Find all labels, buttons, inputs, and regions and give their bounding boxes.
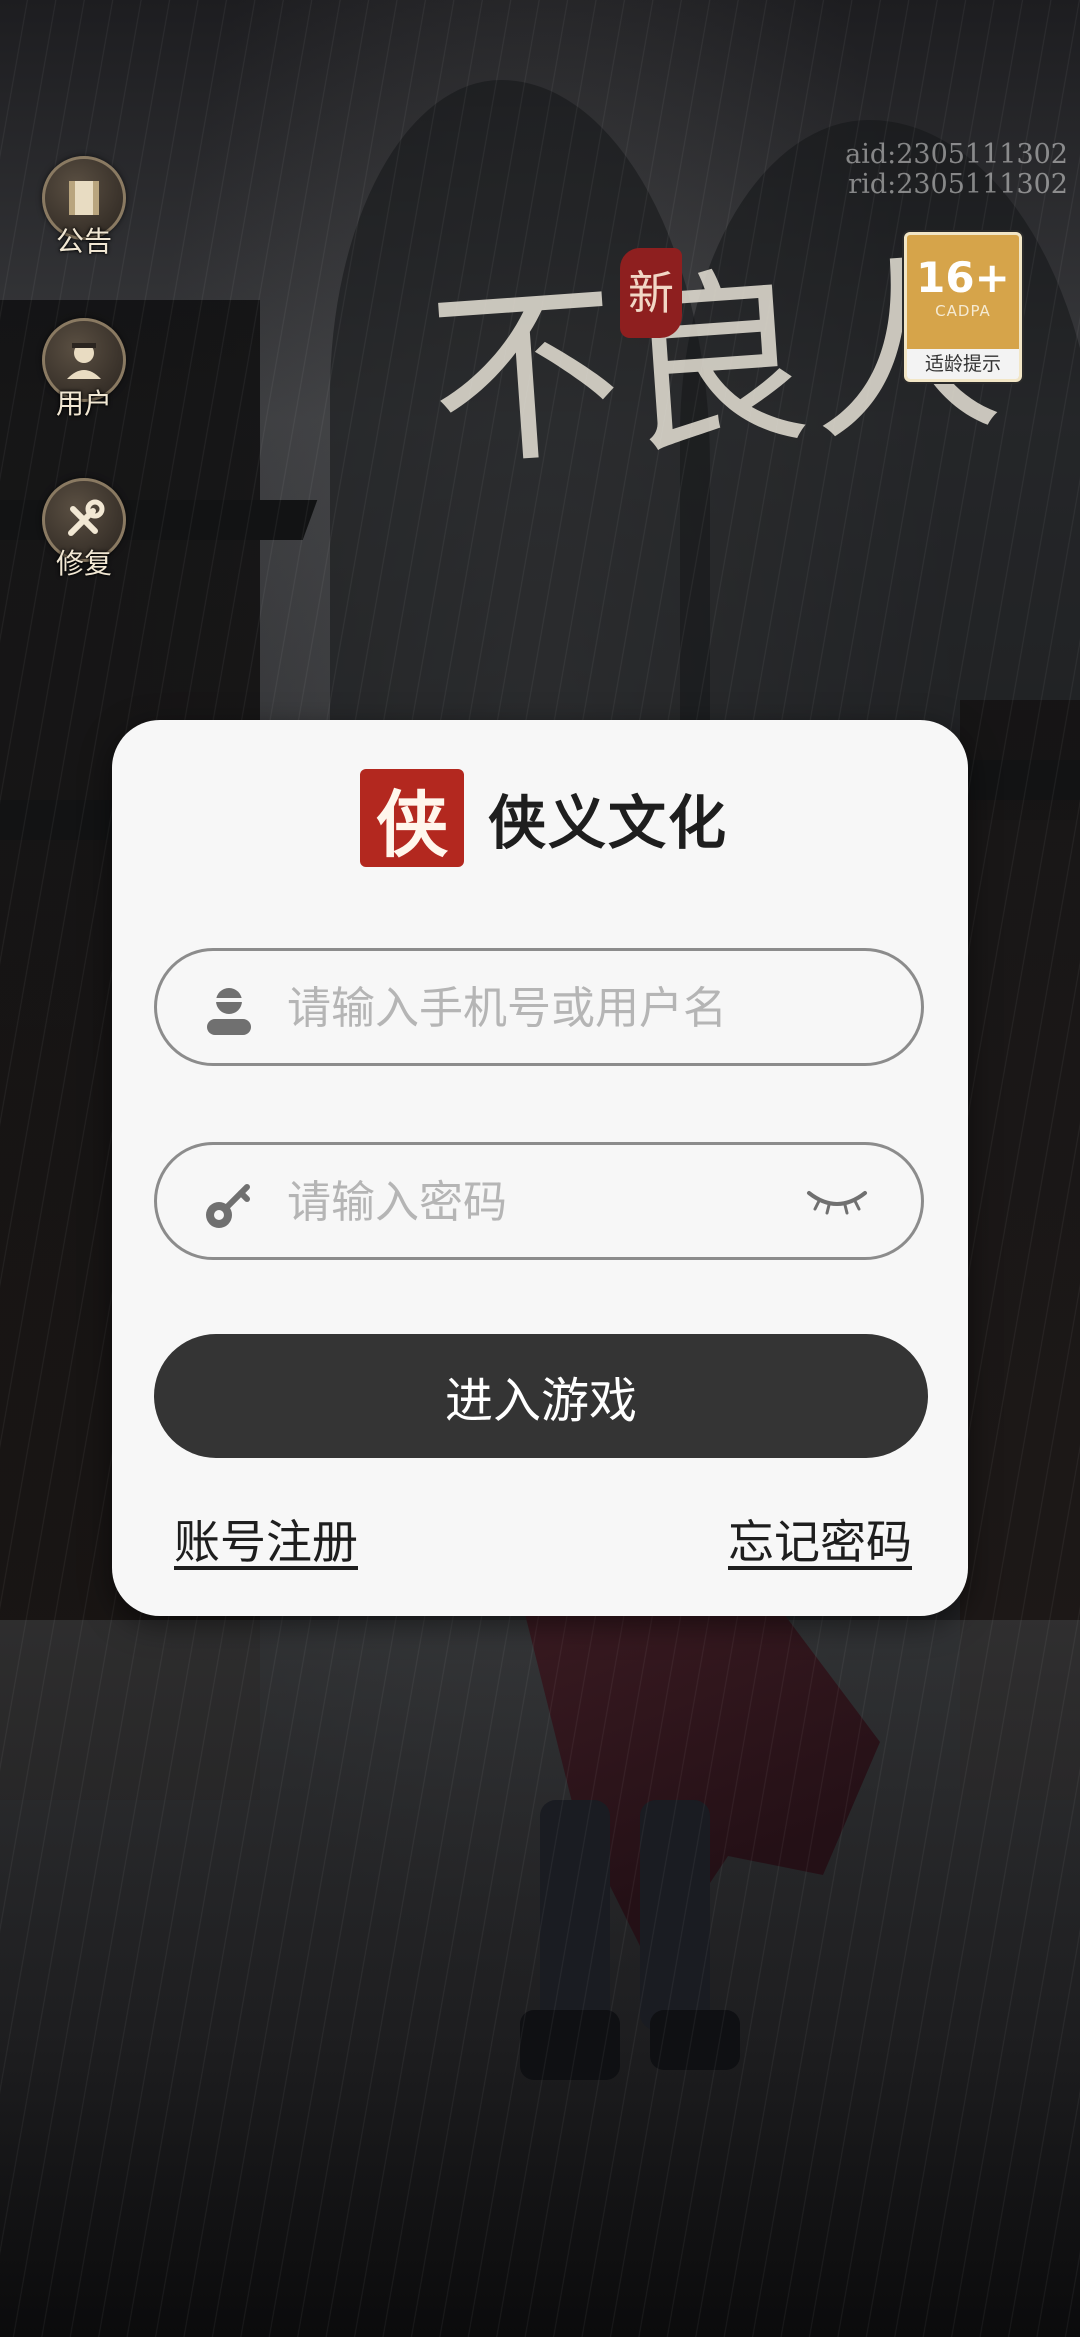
publisher-brand: 侠 侠义文化 bbox=[360, 768, 728, 868]
age-rating: 16+ bbox=[916, 253, 1010, 302]
age-rating-tip: 适龄提示 bbox=[907, 349, 1019, 379]
publisher-logo-seal: 侠 bbox=[360, 769, 464, 867]
age-rating-badge: 16+ CADPA 适龄提示 bbox=[904, 232, 1022, 382]
rid-text: rid:2305111302 bbox=[848, 169, 1068, 200]
password-field[interactable] bbox=[154, 1142, 924, 1260]
eye-closed-icon[interactable] bbox=[805, 1185, 869, 1221]
aid-text: aid:2305111302 bbox=[845, 139, 1068, 170]
login-dialog: 侠 侠义文化 进入游戏 账号注册 bbox=[112, 720, 968, 1616]
age-rating-brand: CADPA bbox=[935, 302, 991, 320]
game-login-screen: 不良人 新 aid:2305111302 rid:2305111302 公告 用… bbox=[0, 0, 1080, 2337]
forgot-password-link[interactable]: 忘记密码 bbox=[728, 1506, 912, 1572]
register-link[interactable]: 账号注册 bbox=[174, 1506, 358, 1572]
enter-game-button[interactable]: 进入游戏 bbox=[154, 1334, 928, 1458]
repair-label: 修复 bbox=[55, 547, 112, 580]
key-icon bbox=[206, 1184, 250, 1228]
build-ids: aid:2305111302 rid:2305111302 bbox=[845, 140, 1068, 200]
announcement-label: 公告 bbox=[55, 225, 112, 258]
user-icon bbox=[207, 988, 251, 1035]
username-field[interactable] bbox=[154, 948, 924, 1066]
username-input[interactable] bbox=[285, 951, 849, 1065]
announcement-button[interactable]: 公告 bbox=[42, 156, 126, 260]
password-input[interactable] bbox=[285, 1145, 849, 1259]
user-button[interactable]: 用户 bbox=[42, 318, 126, 422]
repair-button[interactable]: 修复 bbox=[42, 478, 126, 582]
game-title-seal: 新 bbox=[620, 248, 682, 338]
user-label: 用户 bbox=[55, 387, 112, 420]
publisher-name: 侠义文化 bbox=[488, 789, 729, 857]
